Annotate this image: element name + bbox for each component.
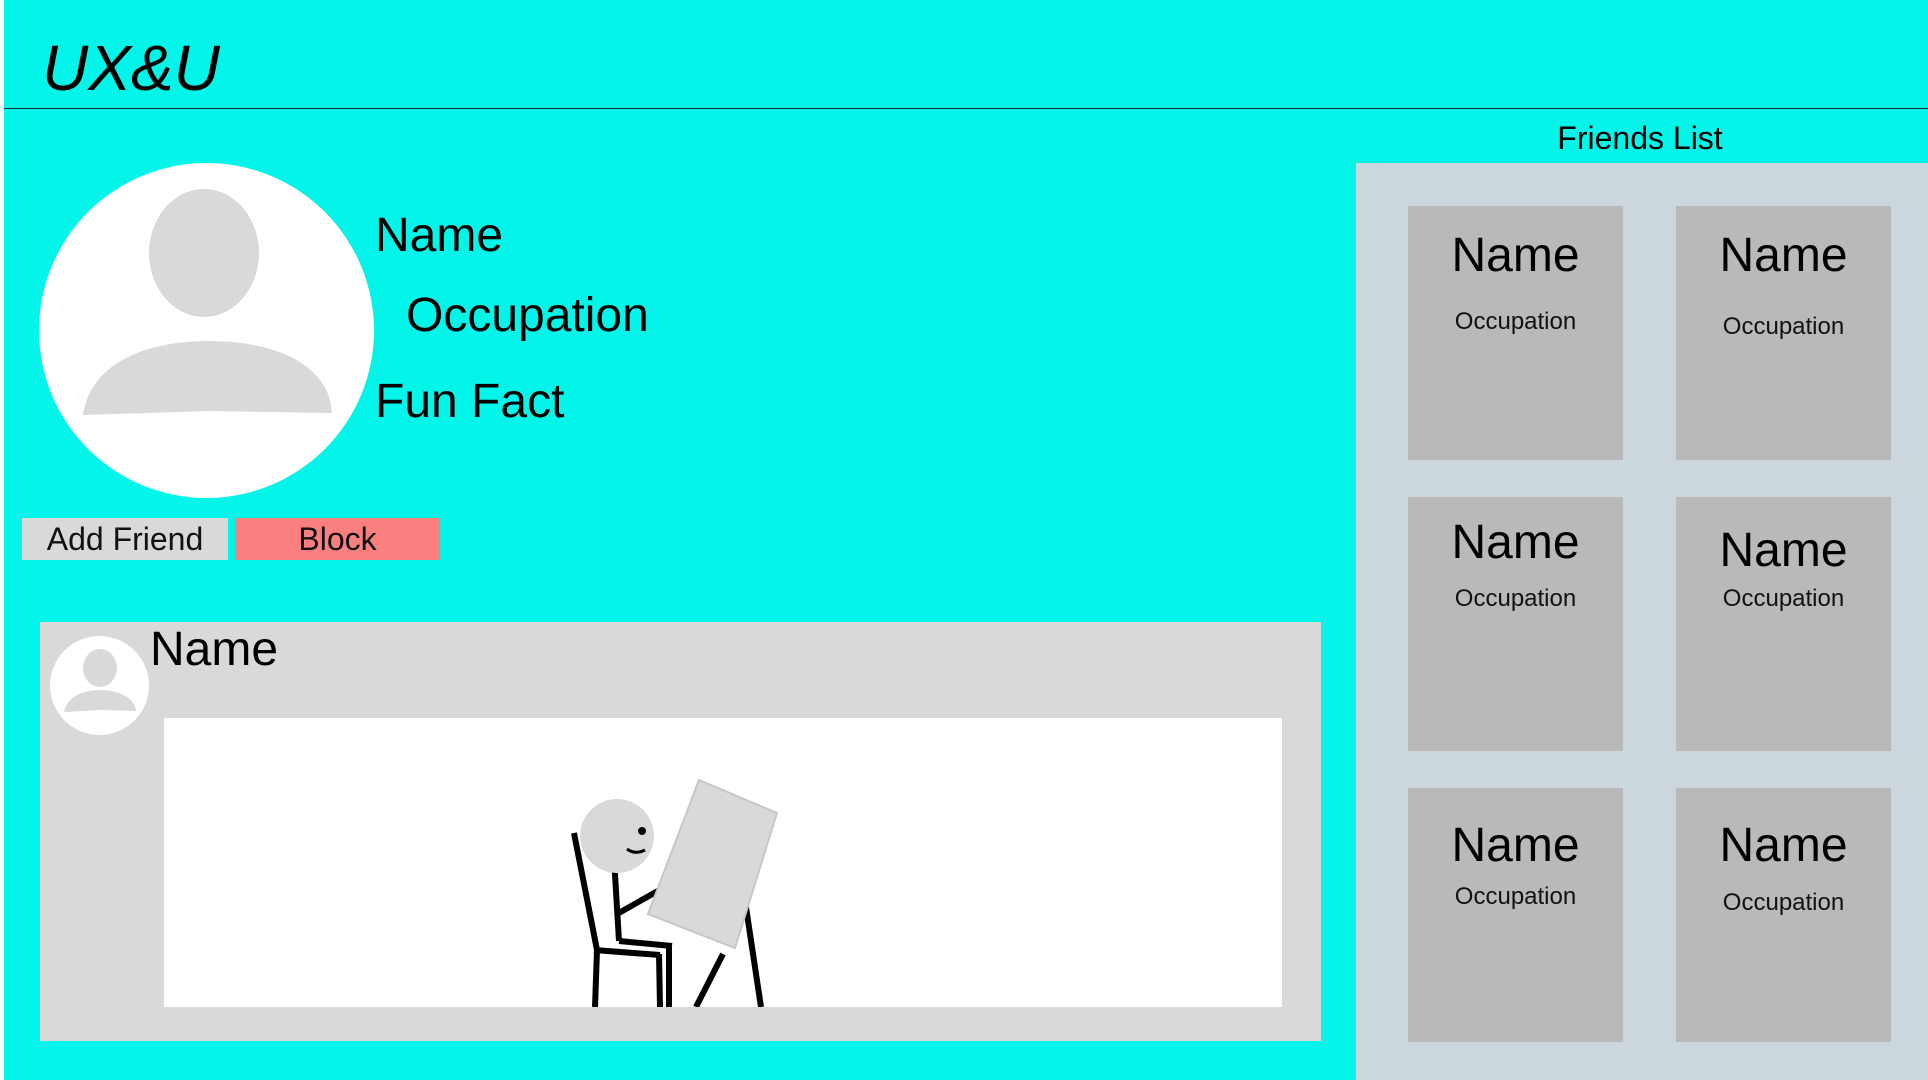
friend-name: Name — [1451, 819, 1580, 872]
friend-name: Name — [1719, 229, 1848, 282]
friend-occupation: Occupation — [1722, 585, 1845, 612]
profile-avatar — [39, 163, 374, 498]
person-sitting-at-easel-illustration — [571, 778, 779, 1007]
person-placeholder-icon — [83, 189, 332, 415]
friend-occupation: Occupation — [1722, 313, 1845, 340]
friend-card[interactable]: Name Occupation — [1408, 497, 1623, 751]
person-placeholder-icon — [64, 649, 136, 712]
post-author-avatar[interactable] — [50, 636, 149, 735]
friend-occupation: Occupation — [1454, 308, 1577, 335]
friend-occupation: Occupation — [1454, 883, 1577, 910]
friend-card[interactable]: Name Occupation — [1408, 788, 1623, 1042]
profile-occupation: Occupation — [406, 289, 649, 342]
app-title: UX&U — [42, 32, 220, 104]
friend-name: Name — [1451, 516, 1580, 569]
friend-occupation: Occupation — [1454, 585, 1577, 612]
friend-card[interactable]: Name Occupation — [1408, 206, 1623, 460]
friends-list-title: Friends List — [1557, 120, 1723, 156]
friend-card[interactable]: Name Occupation — [1676, 788, 1891, 1042]
friend-name: Name — [1719, 524, 1848, 577]
friend-name: Name — [1719, 819, 1848, 872]
friend-occupation: Occupation — [1722, 889, 1845, 916]
friends-list-panel: Name Occupation Name Occupation Name Occ… — [1356, 163, 1928, 1080]
post-image[interactable] — [164, 718, 1282, 1007]
add-friend-button[interactable]: Add Friend — [22, 518, 228, 560]
friend-card[interactable]: Name Occupation — [1676, 497, 1891, 751]
profile-fun-fact: Fun Fact — [375, 375, 565, 428]
friend-name: Name — [1451, 229, 1580, 282]
profile-name: Name — [375, 209, 504, 262]
post-author-name[interactable]: Name — [150, 622, 278, 678]
post-card: Name — [40, 622, 1321, 1041]
header-divider — [4, 108, 1928, 109]
block-button[interactable]: Block — [235, 518, 440, 560]
friend-card[interactable]: Name Occupation — [1676, 206, 1891, 460]
